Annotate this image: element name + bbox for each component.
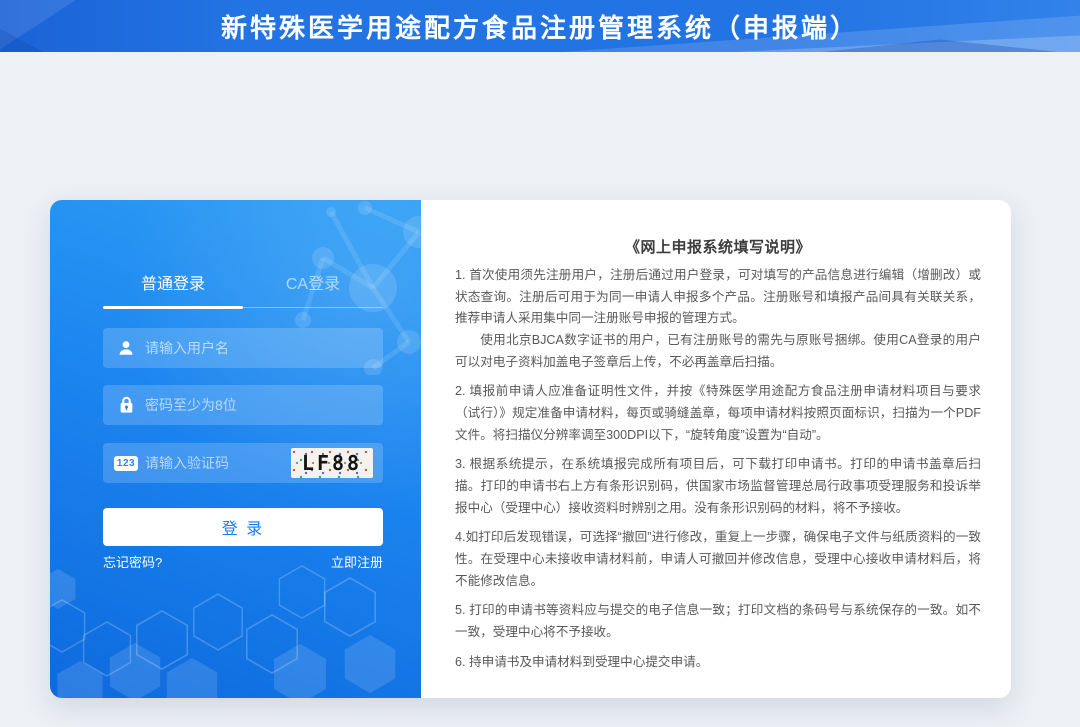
login-panel: 普通登录 CA登录 [50, 200, 421, 698]
password-input[interactable] [145, 397, 373, 413]
instruction-paragraph: 2. 填报前申请人应准备证明性文件，并按《特殊医学用途配方食品注册申请材料项目与… [455, 381, 981, 446]
login-card: 普通登录 CA登录 [50, 200, 1011, 698]
register-link[interactable]: 立即注册 [331, 552, 383, 571]
captcha-field-wrapper: 123 LF88 [103, 443, 383, 483]
user-icon [113, 339, 139, 357]
lock-icon [113, 396, 139, 414]
instructions-title: 《网上申报系统填写说明》 [455, 236, 981, 257]
username-field-wrapper [103, 328, 383, 368]
instruction-paragraph: 1. 首次使用须先注册用户，注册后通过用户登录，可对填写的产品信息进行编辑（增删… [455, 265, 981, 330]
captcha-input[interactable] [145, 455, 291, 471]
instruction-paragraph: 4.如打印后发现错误，可选择“撤回”进行修改，重复上一步骤，确保电子文件与纸质资… [455, 527, 981, 592]
page-title: 新特殊医学用途配方食品注册管理系统（申报端） [221, 8, 859, 45]
login-button[interactable]: 登 录 [103, 508, 383, 546]
instructions-panel: 《网上申报系统填写说明》 1. 首次使用须先注册用户，注册后通过用户登录，可对填… [421, 200, 1011, 698]
app-header: 新特殊医学用途配方食品注册管理系统（申报端） [0, 0, 1080, 52]
forgot-password-link[interactable]: 忘记密码? [103, 552, 162, 571]
instruction-paragraph: 使用北京BJCA数字证书的用户，已有注册账号的需先与原账号捆绑。使用CA登录的用… [455, 330, 981, 373]
instruction-paragraph: 6. 持申请书及申请材料到受理中心提交申请。 [455, 652, 981, 674]
password-field-wrapper [103, 385, 383, 425]
username-input[interactable] [145, 340, 373, 356]
login-tabs: 普通登录 CA登录 [103, 270, 383, 308]
tab-ca-login[interactable]: CA登录 [243, 270, 383, 307]
instruction-paragraph: 3. 根据系统提示，在系统填报完成所有项目后，可下载打印申请书。打印的申请书盖章… [455, 454, 981, 519]
instruction-paragraph: 5. 打印的申请书等资料应与提交的电子信息一致；打印文档的条码号与系统保存的一致… [455, 600, 981, 643]
captcha-123-icon: 123 [113, 456, 139, 471]
login-links: 忘记密码? 立即注册 [103, 552, 383, 571]
captcha-image[interactable]: LF88 [291, 448, 373, 478]
tab-normal-login[interactable]: 普通登录 [103, 270, 243, 307]
